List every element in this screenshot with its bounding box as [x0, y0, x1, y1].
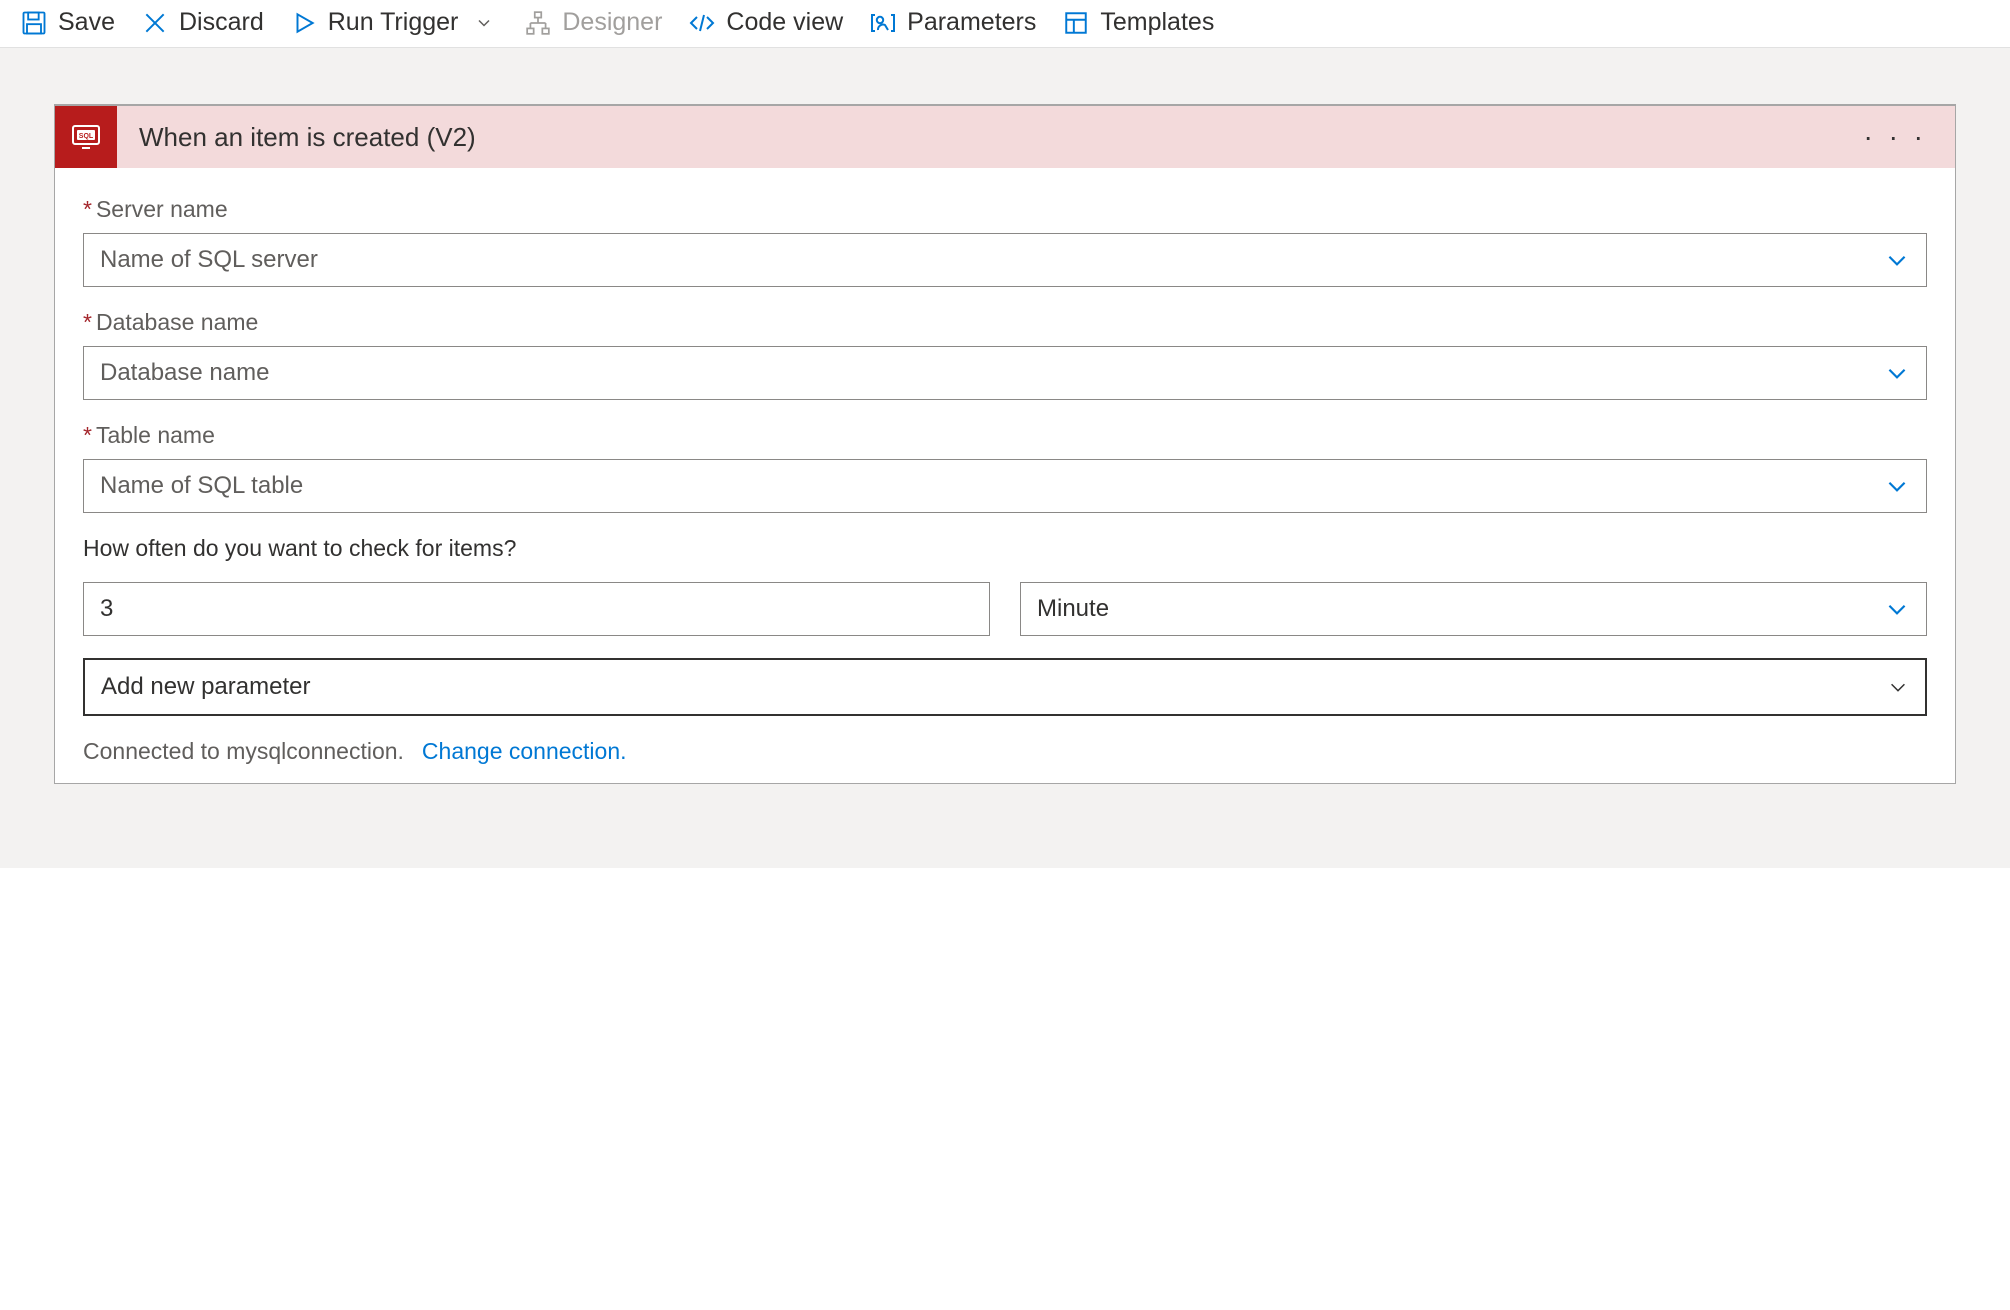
required-indicator: * — [83, 422, 92, 449]
chevron-down-icon — [1887, 676, 1909, 698]
frequency-label: How often do you want to check for items… — [83, 535, 1927, 562]
change-connection-link[interactable]: Change connection. — [422, 738, 627, 765]
save-icon — [20, 9, 48, 37]
interval-unit-select[interactable]: Minute — [1020, 582, 1927, 636]
card-menu-button[interactable]: · · · — [1855, 121, 1935, 153]
database-name-field: * Database name Database name — [83, 309, 1927, 400]
parameters-button[interactable]: Parameters — [869, 8, 1036, 37]
trigger-card: SQL When an item is created (V2) · · · *… — [54, 104, 1956, 784]
code-icon — [688, 9, 716, 37]
required-indicator: * — [83, 309, 92, 336]
save-button[interactable]: Save — [20, 8, 115, 37]
designer-label: Designer — [562, 8, 662, 37]
server-name-field: * Server name Name of SQL server — [83, 196, 1927, 287]
parameters-icon — [869, 9, 897, 37]
chevron-down-icon — [1884, 360, 1910, 386]
discard-label: Discard — [179, 8, 264, 37]
card-header[interactable]: SQL When an item is created (V2) · · · — [55, 106, 1955, 168]
save-label: Save — [58, 8, 115, 37]
frequency-row: Minute — [83, 582, 1927, 636]
flowchart-icon — [524, 9, 552, 37]
required-indicator: * — [83, 196, 92, 223]
card-body: * Server name Name of SQL server * Datab… — [55, 168, 1955, 783]
connection-status: Connected to mysqlconnection. — [83, 738, 404, 765]
canvas: SQL When an item is created (V2) · · · *… — [0, 48, 2010, 868]
database-name-input[interactable]: Database name — [83, 346, 1927, 400]
interval-value-input[interactable] — [83, 582, 990, 636]
discard-button[interactable]: Discard — [141, 8, 264, 37]
chevron-down-icon — [1884, 596, 1910, 622]
connection-row: Connected to mysqlconnection. Change con… — [83, 738, 1927, 765]
templates-label: Templates — [1100, 8, 1214, 37]
chevron-down-icon — [470, 9, 498, 37]
table-name-input[interactable]: Name of SQL table — [83, 459, 1927, 513]
toolbar: Save Discard Run Trigger — [0, 0, 2010, 48]
table-name-field: * Table name Name of SQL table — [83, 422, 1927, 513]
templates-icon — [1062, 9, 1090, 37]
svg-text:SQL: SQL — [79, 133, 94, 140]
server-name-input[interactable]: Name of SQL server — [83, 233, 1927, 287]
code-view-label: Code view — [726, 8, 843, 37]
database-name-label: * Database name — [83, 309, 1927, 336]
table-name-label: * Table name — [83, 422, 1927, 449]
parameters-label: Parameters — [907, 8, 1036, 37]
server-name-label: * Server name — [83, 196, 1927, 223]
run-trigger-button[interactable]: Run Trigger — [290, 8, 499, 37]
templates-button[interactable]: Templates — [1062, 8, 1214, 37]
close-icon — [141, 9, 169, 37]
run-trigger-label: Run Trigger — [328, 8, 459, 37]
chevron-down-icon — [1884, 247, 1910, 273]
chevron-down-icon — [1884, 473, 1910, 499]
play-icon — [290, 9, 318, 37]
interval-value-text[interactable] — [100, 595, 973, 623]
card-title: When an item is created (V2) — [139, 122, 1855, 153]
add-parameter-select[interactable]: Add new parameter — [83, 658, 1927, 716]
designer-button: Designer — [524, 8, 662, 37]
sql-connector-icon: SQL — [55, 106, 117, 168]
code-view-button[interactable]: Code view — [688, 8, 843, 37]
